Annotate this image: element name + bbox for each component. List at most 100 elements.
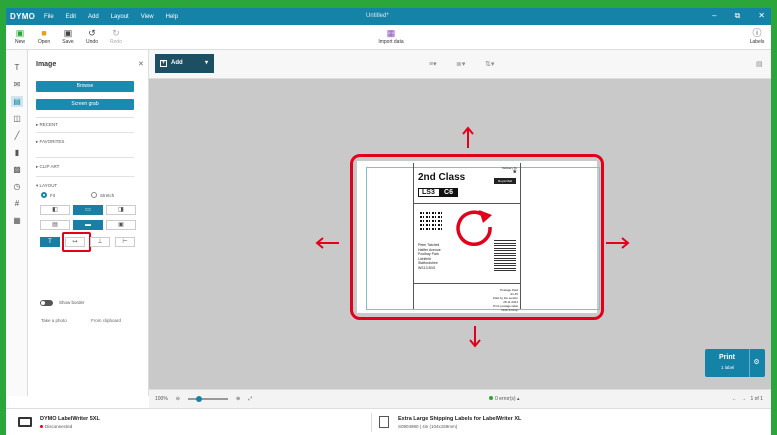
rotate-icon[interactable] (453, 206, 495, 248)
screen-grab-button[interactable]: Screen grab (36, 99, 134, 110)
printer-name[interactable]: DYMO LabelWriter 5XL (40, 416, 100, 422)
text-wrap-button[interactable]: T (40, 237, 60, 247)
info-icon: ⓘ (752, 28, 762, 38)
arrow-down-icon (469, 326, 481, 348)
close-icon[interactable]: ✕ (758, 11, 765, 21)
from-clipboard-link[interactable]: From clipboard (91, 318, 121, 323)
menu-view[interactable]: View (141, 14, 154, 20)
zoom-controls: 100% ⊖ ⊕ ⤢ (155, 396, 252, 402)
fit-both-button[interactable]: ⊢ (115, 237, 135, 247)
image-icon[interactable]: ▤ (11, 96, 23, 107)
error-indicator[interactable]: 0 error(s) ▴ (489, 396, 519, 402)
take-photo-link[interactable]: Take a photo (41, 318, 67, 323)
save-button[interactable]: ▣ Save (57, 28, 79, 45)
printer-status: Disconnected (40, 424, 72, 429)
table-icon[interactable]: ▦ (11, 215, 23, 226)
text-icon[interactable]: T (11, 62, 23, 73)
undo-button[interactable]: ↺ Undo (81, 28, 103, 45)
status-bar: DYMO LabelWriter 5XL Disconnected Extra … (6, 408, 771, 435)
address-icon[interactable]: ✉ (11, 79, 23, 90)
app-window: DYMO File Edit Add Layout View Help Unti… (6, 8, 771, 435)
divider (414, 203, 520, 204)
folder-icon: ■ (41, 28, 47, 38)
layout-section[interactable]: ▾ LAYOUT (36, 183, 57, 189)
stretch-radio[interactable]: Stretch (91, 192, 114, 198)
arrow-left-icon (315, 237, 339, 249)
dymo-logo: DYMO (10, 12, 36, 21)
divider (371, 413, 372, 432)
chevron-down-icon: ▾ (204, 60, 208, 66)
menu: File Edit Add Layout View Help (44, 14, 178, 20)
fit-screen-icon[interactable]: ⤢ (248, 396, 252, 402)
clip-art-section[interactable]: ▸ CLIP ART (36, 164, 59, 170)
label-type-name[interactable]: Extra Large Shipping Labels for LabelWri… (398, 416, 521, 422)
qr-code-icon[interactable]: ▩ (11, 164, 23, 175)
align-bottom-button[interactable]: ▣ (106, 220, 136, 230)
new-button[interactable]: ▣ New (9, 28, 31, 45)
object-rail: T ✉ ▤ ◫ ╱ ▮ ▩ ◷ # ▦ (6, 50, 28, 396)
redo-icon: ↻ (112, 28, 120, 38)
plus-icon: + (160, 60, 167, 67)
properties-icon[interactable]: ▤ (756, 60, 763, 68)
print-button[interactable]: Print 1 label ⚙ (705, 349, 765, 377)
arrange-icon[interactable]: ⇅▾ (485, 60, 494, 68)
open-button[interactable]: ■ Open (33, 28, 55, 45)
recipient-address: Peter Tatchell Hallfer Avenue Poolbay Pa… (418, 243, 441, 270)
save-icon: ▣ (63, 28, 73, 38)
crown-icon: ♛ (512, 169, 517, 175)
import-data-button[interactable]: ▦ Import data (375, 28, 407, 45)
date-time-icon[interactable]: ◷ (11, 181, 23, 192)
counter-icon[interactable]: # (11, 198, 23, 209)
redo-button[interactable]: ↻ Redo (105, 28, 127, 45)
show-border-toggle[interactable] (40, 300, 53, 306)
barcode-icon[interactable]: ▮ (11, 147, 23, 158)
divider (36, 157, 134, 158)
align-top-button[interactable]: ▤ (40, 220, 70, 230)
distribute-icon[interactable]: ≣▾ (456, 60, 465, 68)
add-object-button[interactable]: + Add ▾ (155, 54, 214, 73)
fit-height-button[interactable]: ⊥ (90, 237, 110, 247)
label-canvas[interactable]: 2nd Class Delivery To ♛ Royal Mail LS3 C… (149, 79, 771, 389)
fit-radio[interactable]: Fit (41, 192, 55, 198)
image-properties-panel: Image ✕ Browse Screen grab ▸ RECENT ▸ FA… (28, 50, 149, 396)
canvas-toolbar: + Add ▾ ≡▾ ≣▾ ⇅▾ ▤ (149, 50, 771, 79)
royal-mail-text: Delivery To ♛ (502, 166, 517, 175)
zoom-out-icon[interactable]: ⊖ (176, 396, 180, 402)
align-center-button[interactable]: ▭ (73, 205, 103, 215)
postage-class: 2nd Class (418, 172, 466, 183)
menu-help[interactable]: Help (166, 14, 178, 20)
favorites-section[interactable]: ▸ FAVORITES (36, 139, 64, 145)
divider (36, 176, 134, 177)
divider (414, 283, 520, 284)
menu-layout[interactable]: Layout (111, 14, 129, 20)
window-controls: – ⧉ ✕ (712, 11, 765, 21)
zoom-level[interactable]: 100% (155, 396, 168, 402)
close-panel-icon[interactable]: ✕ (138, 60, 144, 68)
restore-icon[interactable]: ⧉ (735, 11, 741, 21)
menu-edit[interactable]: Edit (66, 14, 76, 20)
recent-section[interactable]: ▸ RECENT (36, 122, 58, 128)
align-left-button[interactable]: ◧ (40, 205, 70, 215)
zoom-in-icon[interactable]: ⊕ (236, 396, 240, 402)
align-objects-icon[interactable]: ≡▾ (429, 60, 437, 68)
menu-file[interactable]: File (44, 14, 54, 20)
page-navigator: ← → 1 of 1 (732, 396, 763, 402)
shape-icon[interactable]: ◫ (11, 113, 23, 124)
line-icon[interactable]: ╱ (11, 130, 23, 141)
divider (36, 117, 134, 118)
labels-button[interactable]: ⓘ Labels (746, 28, 768, 45)
menu-add[interactable]: Add (88, 14, 99, 20)
zoom-slider[interactable] (188, 396, 228, 402)
barcode-icon (494, 239, 516, 271)
gear-icon[interactable]: ⚙ (749, 349, 763, 377)
align-middle-button[interactable]: ▬ (73, 220, 103, 230)
document-title: Untitled* (366, 13, 389, 19)
main-toolbar: ▣ New ■ Open ▣ Save ↺ Undo ↻ Redo ▦ Import dat… (6, 25, 771, 50)
canvas-footer: 100% ⊖ ⊕ ⤢ 0 error(s) ▴ ← → 1 of 1 (149, 389, 771, 408)
arrow-up-icon (462, 126, 474, 148)
label-roll-icon (379, 416, 389, 428)
browse-button[interactable]: Browse (36, 81, 134, 92)
minimize-icon[interactable]: – (712, 11, 716, 21)
align-right-button[interactable]: ◨ (106, 205, 136, 215)
fit-width-highlight (62, 232, 91, 252)
